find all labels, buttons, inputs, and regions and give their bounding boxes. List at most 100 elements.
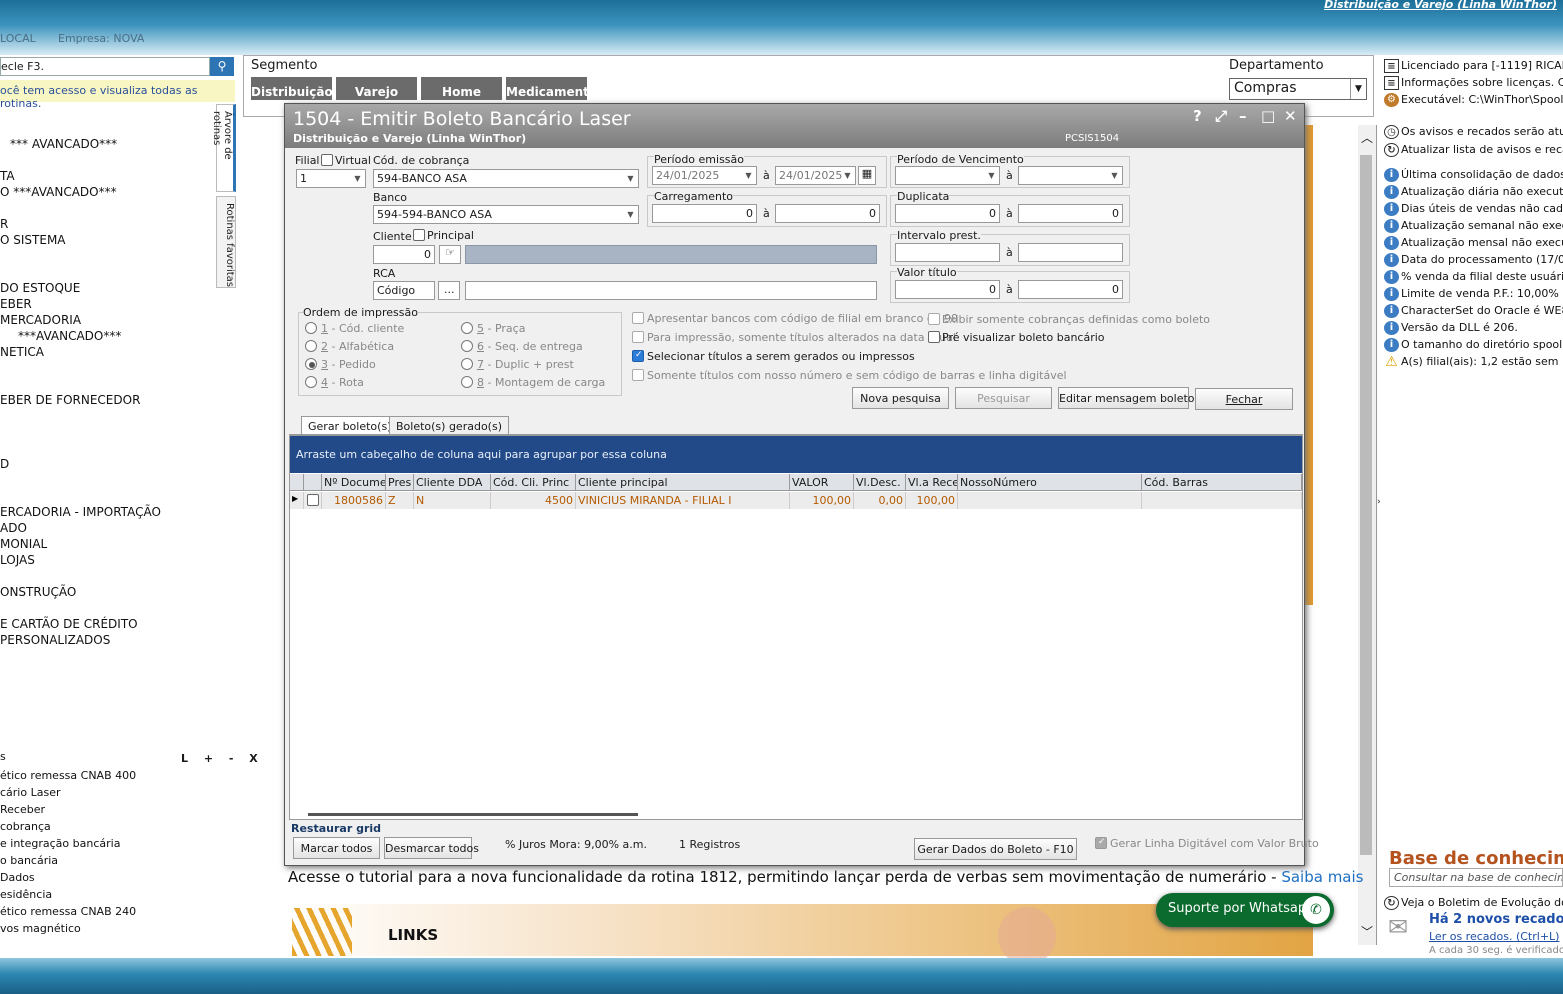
table-cell[interactable]: 100,00 [906,492,958,509]
tree-item[interactable]: DO ESTOQUE [0,281,80,295]
tree-item[interactable]: LOJAS [0,553,35,567]
tab-distribuicao[interactable]: Distribuição [251,77,334,100]
apresentar-bancos-checkbox[interactable] [632,312,644,324]
info-line[interactable]: iDias úteis de vendas não cadastra [1384,202,1563,216]
filial-select[interactable]: 1 ▼ [296,169,366,188]
info-line[interactable]: iAtualização mensal não executad [1384,236,1563,250]
table-cell[interactable]: Z [386,492,414,509]
tree-item[interactable]: ONSTRUÇÃO [0,585,76,599]
list-item[interactable]: esidência [0,888,52,901]
titulos-alterados-checkbox[interactable] [632,331,644,343]
tab-gerar-boletos[interactable]: Gerar boleto(s) [301,416,399,434]
tab-arvore-rotinas[interactable]: Árvore de rotinas [211,104,236,192]
row-select-cell[interactable] [304,492,322,509]
brand-link[interactable]: Distribuição e Varejo (Linha WinThor) [1324,0,1557,11]
ordem-radio-7[interactable] [461,358,473,370]
knowledge-base-search[interactable]: Consultar na base de conhecimen [1389,868,1563,887]
carregamento-from[interactable]: 0 [652,204,757,223]
chevron-down-icon[interactable]: ▼ [984,167,999,184]
somente-nosso-numero-checkbox[interactable] [632,369,644,381]
chevron-down-icon[interactable]: ▼ [1107,167,1122,184]
expand-icon[interactable]: ⤢ [1215,107,1227,125]
tree-item[interactable]: ERCADORIA - IMPORTAÇÃO [0,505,161,519]
help-icon[interactable]: ? [1193,107,1202,125]
intervalo-to[interactable] [1018,243,1123,262]
desmarcar-todos-button[interactable]: Desmarcar todos [384,837,479,859]
table-cell[interactable]: 4500 [491,492,576,509]
close-icon[interactable]: ✕ [1284,107,1297,125]
col-header[interactable]: Cliente DDA [414,474,491,491]
tab-varejo[interactable]: Varejo [336,77,419,100]
tree-item[interactable]: R [0,217,8,231]
table-cell[interactable]: 1800586 [322,492,386,509]
info-line[interactable]: ≡Licenciado para [-1119] RICAEL F [1384,59,1563,73]
col-header[interactable]: Nº Documen [322,474,386,491]
principal-checkbox[interactable] [413,229,425,241]
chevron-up-icon[interactable]: ︿ [1361,129,1373,146]
col-header[interactable]: Vl.Desc. [854,474,906,491]
chevron-right-icon[interactable]: › [1377,497,1381,507]
restaurar-grid-link[interactable]: Restaurar grid [291,822,381,835]
table-cell[interactable]: VINICIUS MIRANDA - FILIAL I [576,492,790,509]
tab-medicamento[interactable]: Medicamento [506,77,597,100]
periodo-emissao-from[interactable]: 24/01/2025 ▼ [652,166,757,185]
departamento-select[interactable]: Compras ▼ [1229,78,1367,100]
tab-home-center[interactable]: Home Center [421,77,504,113]
ordem-radio-4[interactable] [305,376,317,388]
tab-boletos-gerados[interactable]: Boleto(s) gerado(s) [389,416,509,434]
list-controls[interactable]: L + - X [181,752,264,765]
info-line[interactable]: ⚠A(s) filial(ais): 1,2 estão sem PCHIS [1384,355,1563,369]
col-header[interactable]: NossoNúmero [958,474,1142,491]
main-scrollbar[interactable]: ︿ ﹀ [1358,125,1376,945]
info-line[interactable]: iO tamanho do diretório spool é de [1384,338,1563,352]
boletim-link[interactable]: ↻ Veja o Boletim de Evolução do V [1384,896,1563,910]
chevron-down-icon[interactable]: ▼ [350,170,365,187]
calendar-icon[interactable]: ▦ [858,166,876,185]
chevron-down-icon[interactable]: ▼ [741,167,756,184]
tree-item[interactable]: O SISTEMA [0,233,66,247]
info-line[interactable]: ≡Informações sobre licenças. Clique [1384,76,1563,90]
cliente-lookup-icon[interactable]: ☞ [439,245,461,264]
pre-visualizar-checkbox[interactable] [928,331,940,343]
intervalo-from[interactable] [895,243,1000,262]
duplicata-to[interactable]: 0 [1018,204,1123,223]
dialog-titlebar[interactable]: 1504 - Emitir Boleto Bancário Laser Dist… [285,104,1304,148]
tree-item[interactable]: EBER [0,297,32,311]
row-checkbox[interactable] [307,494,319,506]
info-line[interactable]: ↻Atualizar lista de avisos e recados [1384,143,1563,157]
list-item[interactable]: Dados [0,871,35,884]
info-line[interactable]: ◷Os avisos e recados serão atualiz [1384,125,1563,139]
list-item[interactable]: cário Laser [0,786,60,799]
ordem-radio-5[interactable] [461,322,473,334]
routine-search-input[interactable]: ecle F3. [0,57,210,76]
ordem-radio-3[interactable] [305,358,317,370]
col-header[interactable]: VALOR [790,474,854,491]
nova-pesquisa-button[interactable]: Nova pesquisa [852,387,949,409]
info-line[interactable]: ⚙ Executável: C:\WinThor\Spool\E: [1384,93,1563,107]
whatsapp-support-button[interactable]: Suporte por Whatsapp ✆ [1156,893,1334,927]
tab-rotinas-favoritas[interactable]: Rotinas favoritas [216,196,236,288]
group-by-bar[interactable]: Arraste um cabeçalho de coluna aqui para… [290,436,1302,473]
list-item[interactable]: Receber [0,803,45,816]
tree-item[interactable]: NETICA [0,345,44,359]
pesquisar-button[interactable]: Pesquisar [955,387,1052,409]
tree-item[interactable]: E CARTÃO DE CRÉDITO [0,617,138,631]
selecionar-titulos-checkbox[interactable] [632,350,644,362]
banco-select[interactable]: 594-594-BANCO ASA ▼ [373,205,639,224]
info-line[interactable]: iÚltima consolidação de dados: 24 [1384,168,1563,182]
marcar-todos-button[interactable]: Marcar todos [293,837,380,859]
scrollbar-thumb[interactable] [1360,155,1372,855]
gerar-linha-checkbox[interactable] [1095,837,1107,849]
col-header[interactable]: Pres [386,474,414,491]
carregamento-to[interactable]: 0 [775,204,880,223]
ordem-radio-6[interactable] [461,340,473,352]
cobranca-select[interactable]: 594-BANCO ASA ▼ [373,169,639,188]
list-item[interactable]: e integração bancária [0,837,120,850]
col-header[interactable]: Cliente principal [576,474,790,491]
periodo-emissao-to[interactable]: 24/01/2025 ▼ [775,166,856,185]
tree-item[interactable]: EBER DE FORNECEDOR [0,393,140,407]
ordem-radio-1[interactable] [305,322,317,334]
tree-item[interactable]: D [0,457,9,471]
ordem-radio-8[interactable] [461,376,473,388]
rca-lookup-button[interactable]: ... [438,281,460,300]
